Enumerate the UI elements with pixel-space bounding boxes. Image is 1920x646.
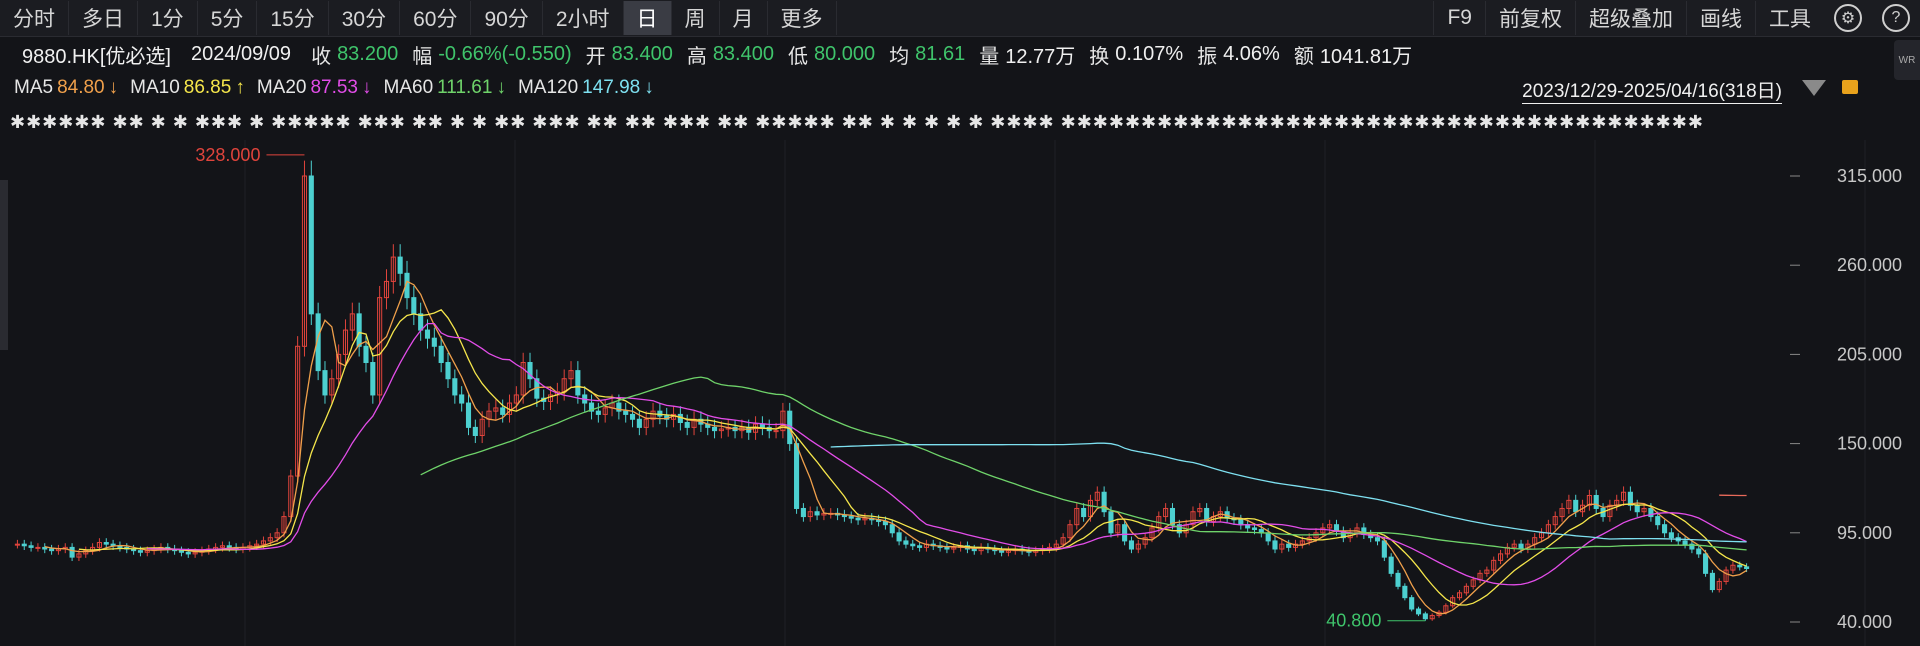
ma-line-ma120 [830,442,1747,543]
candle-body-240 [1655,516,1661,526]
candle-body-144 [999,550,1005,553]
candle-body-200 [1381,540,1387,558]
candle-body-131 [910,543,916,547]
candle-body-130 [903,540,909,545]
candle-body-183 [1265,532,1271,542]
candle-body-117 [814,511,820,516]
candle-body-204 [1409,597,1415,610]
candle-body-184 [1272,540,1278,550]
candle-body-181 [1251,527,1258,531]
candle-body-4 [42,546,48,550]
candle-body-90 [629,413,636,420]
candle-body-5 [49,548,55,552]
candle-body-51 [363,345,369,364]
candle-body-129 [896,532,902,542]
candle-body-31 [226,545,232,548]
candle-body-193 [1333,524,1340,532]
candle-body-64 [452,378,458,396]
candle-body-8 [69,546,75,558]
max-price-label: 328.000 [195,145,260,165]
candle-body-52 [370,362,376,396]
candle-body-1 [21,543,27,547]
candle-body-203 [1402,585,1408,599]
candle-body-102 [712,426,718,432]
candle-body-228 [1573,499,1579,513]
candle-body-123 [855,517,861,521]
candle-body-62 [438,345,444,364]
candle-body-50 [356,313,362,347]
candle-body-132 [917,545,923,548]
candle-body-43 [308,175,314,315]
candle-body-111 [773,430,779,433]
candle-body-246 [1696,548,1702,555]
ma-line-ma10 [78,309,1747,606]
y-tick-label-0: 315.000 [1837,166,1902,186]
candle-body-244 [1682,540,1688,545]
candle-body-13 [103,542,109,545]
candle-body-201 [1388,556,1394,574]
candle-body-0 [14,543,20,546]
candle-body-2 [28,545,34,548]
candle-body-91 [636,418,642,428]
candle-body-66 [465,402,472,428]
candle-body-199 [1374,537,1381,542]
candle-body-24 [178,550,184,553]
candle-body-252 [1737,564,1743,568]
candle-body-253 [1744,566,1750,569]
candle-body-25 [185,551,191,555]
candle-body-237 [1634,504,1640,513]
candle-body-61 [431,337,437,347]
candle-body-98 [684,422,690,428]
y-tick-label-3: 150.000 [1837,434,1902,454]
y-tick-label-5: 40.000 [1837,612,1892,632]
candle-body-205 [1415,608,1422,615]
candle-body-128 [889,524,895,534]
candle-body-63 [445,362,451,380]
candle-body-89 [623,410,629,415]
candle-body-242 [1668,532,1674,539]
candle-body-56 [397,256,403,274]
candle-body-59 [418,313,424,331]
candle-body-179 [1238,519,1244,526]
candle-body-67 [472,426,478,436]
candle-body-115 [800,507,806,518]
candle-body-71 [500,407,506,415]
candle-body-45 [322,370,328,396]
candle-body-156 [1081,507,1087,518]
candle-body-186 [1286,543,1292,548]
candle-body-248 [1709,572,1715,591]
candle-body-202 [1395,572,1401,587]
candle-body-206 [1422,613,1428,620]
y-tick-label-1: 260.000 [1837,255,1902,275]
candle-body-136 [944,546,950,550]
candle-body-114 [794,443,800,509]
min-price-label: 40.800 [1326,611,1381,631]
candle-body-122 [848,516,854,519]
candle-body-162 [1122,524,1128,542]
candle-body-231 [1593,494,1599,509]
candle-body-241 [1662,524,1668,534]
candle-body-247 [1703,553,1709,574]
candle-body-18 [137,550,143,553]
y-tick-label-4: 95.000 [1837,523,1892,543]
candle-body-85 [595,410,601,415]
candle-body-163 [1128,540,1135,550]
candle-body-109 [759,423,765,428]
y-tick-label-2: 205.000 [1837,344,1902,364]
candle-body-94 [657,410,663,417]
candlestick-chart: 315.000 260.000 205.000 150.000 95.000 40.000… [14,140,1902,646]
candle-body-3 [35,546,41,549]
candle-body-58 [411,297,417,315]
candle-body-65 [459,394,465,404]
candle-body-140 [971,548,977,552]
candle-body-60 [424,329,431,339]
candle-body-82 [575,370,581,396]
